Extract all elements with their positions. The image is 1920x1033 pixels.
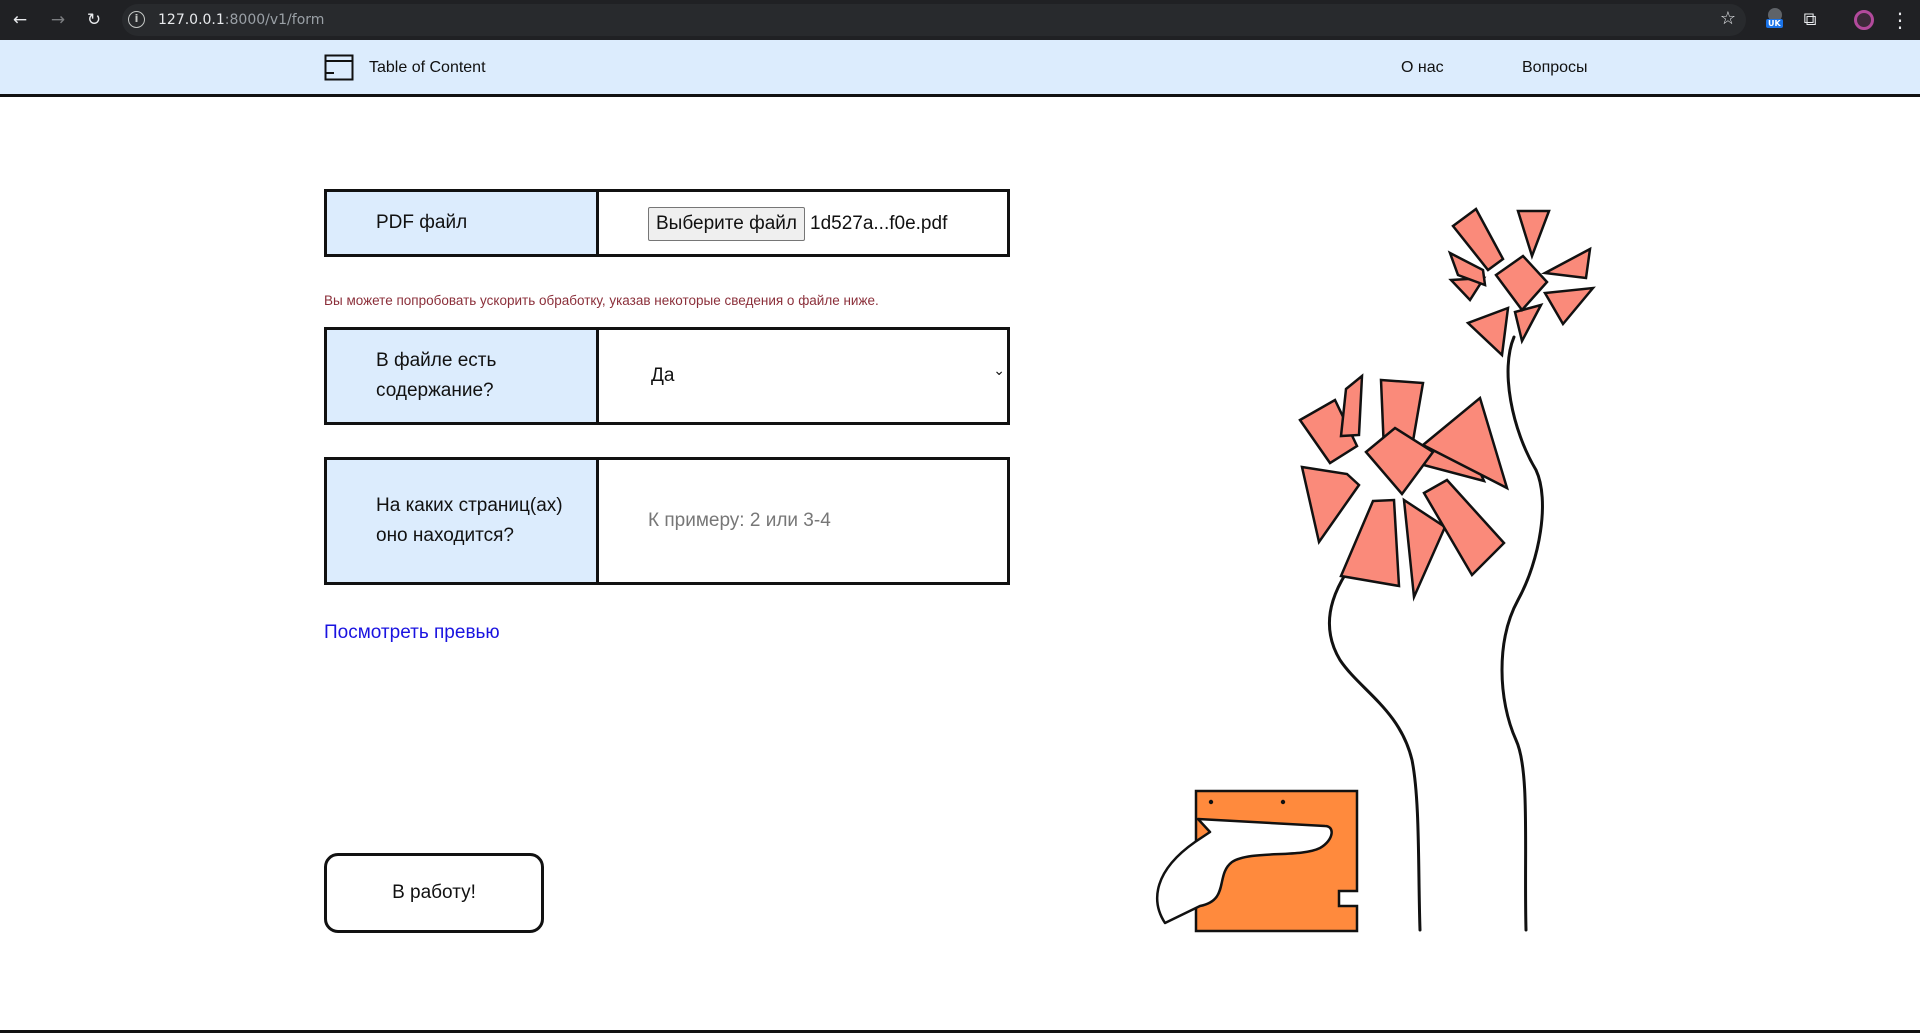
selected-file-name: 1d527a...f0e.pdf [810,213,948,234]
table-of-content-logo-icon[interactable] [324,54,354,81]
flowers-illustration [1156,207,1596,933]
pdf-file-label: PDF файл [327,192,599,254]
speedup-hint: Вы можете попробовать ускорить обработку… [324,293,879,308]
has-toc-row: В файле есть содержание? Да ⌄ [324,327,1010,425]
has-toc-select[interactable]: Да ⌄ [599,330,1007,422]
submit-button[interactable]: В работу! [324,853,544,933]
url-text[interactable]: 127.0.0.1:8000/v1/form [158,12,324,28]
nav-about-link[interactable]: О нас [1401,59,1444,77]
address-bar[interactable]: i 127.0.0.1:8000/v1/form ☆ [122,4,1746,36]
choose-file-button[interactable]: Выберите файл [648,207,805,241]
profile-avatar-icon[interactable] [1852,8,1876,32]
menu-kebab-icon[interactable]: ⋮ [1890,6,1910,34]
has-toc-selected-value: Да [651,365,675,386]
reload-icon[interactable]: ↻ [80,6,108,34]
left-flower [1298,373,1510,602]
extension-uk-icon[interactable]: UK [1764,8,1788,32]
bookmark-star-icon[interactable]: ☆ [1720,8,1736,29]
box-character [1156,789,1359,933]
site-info-icon[interactable]: i [128,11,145,28]
site-header: Table of Content О нас Вопросы [0,40,1920,97]
preview-link[interactable]: Посмотреть превью [324,622,500,644]
nav-faq-link[interactable]: Вопросы [1522,59,1588,77]
right-flower [1447,207,1596,358]
extensions-puzzle-icon[interactable]: ⧉ [1798,8,1822,32]
browser-toolbar: ← → ↻ i 127.0.0.1:8000/v1/form ☆ UK ⧉ ⋮ [0,0,1920,40]
chevron-down-icon: ⌄ [993,363,1005,379]
toc-pages-row: На каких страниц(ах) оно находится? [324,457,1010,585]
brand-title[interactable]: Table of Content [369,59,486,77]
pdf-file-row: PDF файл Выберите файл 1d527a...f0e.pdf [324,189,1010,257]
has-toc-label: В файле есть содержание? [327,330,599,422]
toc-pages-label: На каких страниц(ах) оно находится? [327,460,599,582]
forward-arrow-icon[interactable]: → [44,6,72,34]
toc-pages-input[interactable] [599,460,1007,582]
extension-badge: UK [1766,19,1783,28]
back-arrow-icon[interactable]: ← [6,6,34,34]
